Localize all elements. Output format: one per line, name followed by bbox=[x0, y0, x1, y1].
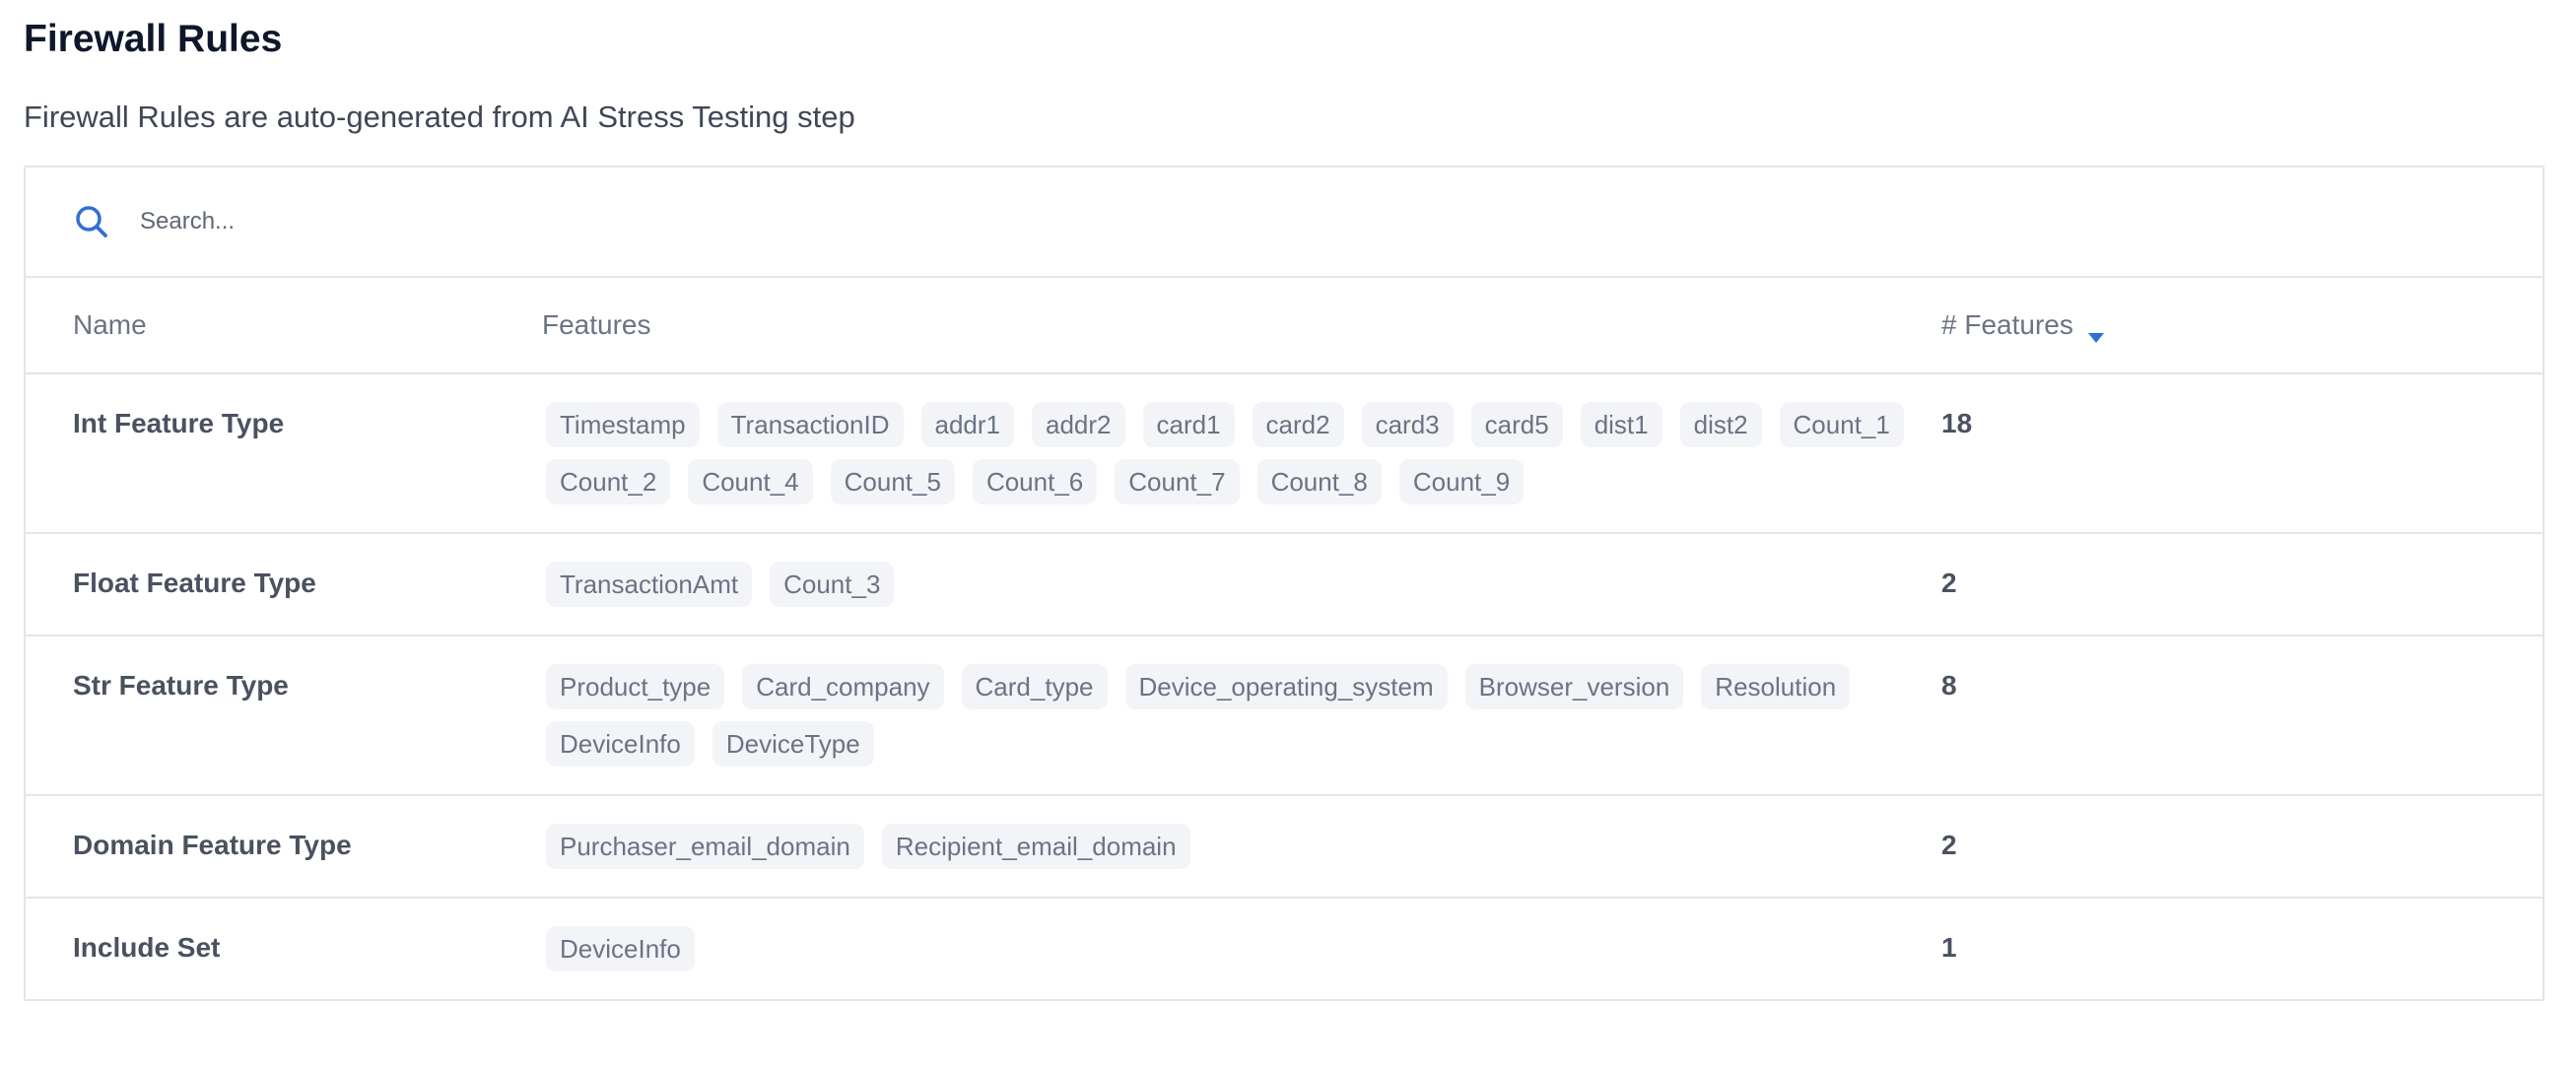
feature-list: DeviceInfo bbox=[542, 899, 1941, 999]
feature-chip: DeviceInfo bbox=[546, 721, 695, 767]
table-header: Name Features # Features bbox=[26, 278, 2542, 374]
feature-list: Product_type Card_company Card_type Devi… bbox=[542, 636, 1941, 794]
feature-chip: Product_type bbox=[546, 664, 725, 709]
feature-chip: Resolution bbox=[1701, 664, 1851, 709]
feature-chip: TransactionID bbox=[716, 402, 904, 447]
feature-chip: TransactionAmt bbox=[546, 562, 753, 607]
feature-chip: Count_2 bbox=[546, 459, 671, 504]
feature-chip: DeviceType bbox=[712, 721, 874, 767]
feature-chip: Recipient_email_domain bbox=[881, 824, 1190, 869]
feature-chip: Count_7 bbox=[1115, 459, 1240, 504]
rule-name: Float Feature Type bbox=[73, 568, 316, 598]
feature-chip: Card_type bbox=[961, 664, 1108, 709]
feature-chip: DeviceInfo bbox=[546, 926, 695, 971]
feature-chip: Count_9 bbox=[1398, 459, 1525, 504]
feature-chip: card5 bbox=[1470, 402, 1563, 447]
feature-chip: Purchaser_email_domain bbox=[546, 824, 864, 869]
feature-chip: addr2 bbox=[1032, 402, 1125, 447]
feature-chip: Count_8 bbox=[1256, 459, 1382, 504]
feature-chip: addr1 bbox=[920, 402, 1014, 447]
rule-name: Domain Feature Type bbox=[73, 830, 352, 860]
feature-chip: Count_1 bbox=[1779, 402, 1904, 447]
table-row[interactable]: Int Feature Type Timestamp TransactionID… bbox=[26, 374, 2542, 534]
feature-count: 1 bbox=[1941, 932, 1957, 963]
feature-count: 8 bbox=[1941, 670, 1957, 701]
rules-table-card: Name Features # Features Int Feature Typ… bbox=[24, 166, 2544, 1001]
rule-name: Include Set bbox=[73, 932, 221, 963]
feature-list: Purchaser_email_domain Recipient_email_d… bbox=[542, 796, 1941, 897]
feature-count: 2 bbox=[1941, 568, 1957, 598]
column-header-count-label: # Features bbox=[1941, 309, 2073, 340]
feature-count: 2 bbox=[1941, 830, 1957, 860]
column-header-name[interactable]: Name bbox=[26, 309, 542, 341]
rule-name: Str Feature Type bbox=[73, 670, 289, 701]
feature-chip: Browser_version bbox=[1464, 664, 1684, 709]
feature-list: Timestamp TransactionID addr1 addr2 card… bbox=[542, 374, 1941, 532]
search-input[interactable] bbox=[138, 207, 1324, 236]
rule-name: Int Feature Type bbox=[73, 408, 285, 438]
sort-toggle[interactable]: # Features bbox=[1941, 309, 2105, 343]
feature-chip: Count_5 bbox=[830, 459, 955, 504]
feature-chip: dist1 bbox=[1580, 402, 1662, 447]
page-subtitle: Firewall Rules are auto-generated from A… bbox=[24, 100, 855, 134]
feature-list: TransactionAmt Count_3 bbox=[542, 534, 1941, 635]
search-icon bbox=[73, 203, 110, 240]
table-row[interactable]: Include Set DeviceInfo 1 bbox=[26, 899, 2542, 999]
caret-down-icon bbox=[2087, 319, 2105, 343]
feature-count: 18 bbox=[1941, 408, 1973, 438]
table-row[interactable]: Str Feature Type Product_type Card_compa… bbox=[26, 636, 2542, 796]
feature-chip: card3 bbox=[1361, 402, 1454, 447]
feature-chip: Count_3 bbox=[770, 562, 895, 607]
table-row[interactable]: Float Feature Type TransactionAmt Count_… bbox=[26, 534, 2542, 636]
table-body: Int Feature Type Timestamp TransactionID… bbox=[26, 374, 2542, 999]
page-title: Firewall Rules bbox=[24, 18, 283, 60]
column-header-count[interactable]: # Features bbox=[1941, 309, 2542, 343]
feature-chip: card1 bbox=[1142, 402, 1235, 447]
feature-chip: card2 bbox=[1252, 402, 1344, 447]
feature-chip: dist2 bbox=[1679, 402, 1762, 447]
firewall-rules-page: Firewall Rules Firewall Rules are auto-g… bbox=[24, 0, 2546, 1001]
feature-chip: Timestamp bbox=[546, 402, 700, 447]
feature-chip: Count_6 bbox=[972, 459, 1098, 504]
column-header-features[interactable]: Features bbox=[542, 309, 1941, 341]
search-bar bbox=[26, 167, 2542, 278]
table-row[interactable]: Domain Feature Type Purchaser_email_doma… bbox=[26, 796, 2542, 899]
feature-chip: Card_company bbox=[742, 664, 944, 709]
feature-chip: Device_operating_system bbox=[1124, 664, 1448, 709]
feature-chip: Count_4 bbox=[688, 459, 813, 504]
